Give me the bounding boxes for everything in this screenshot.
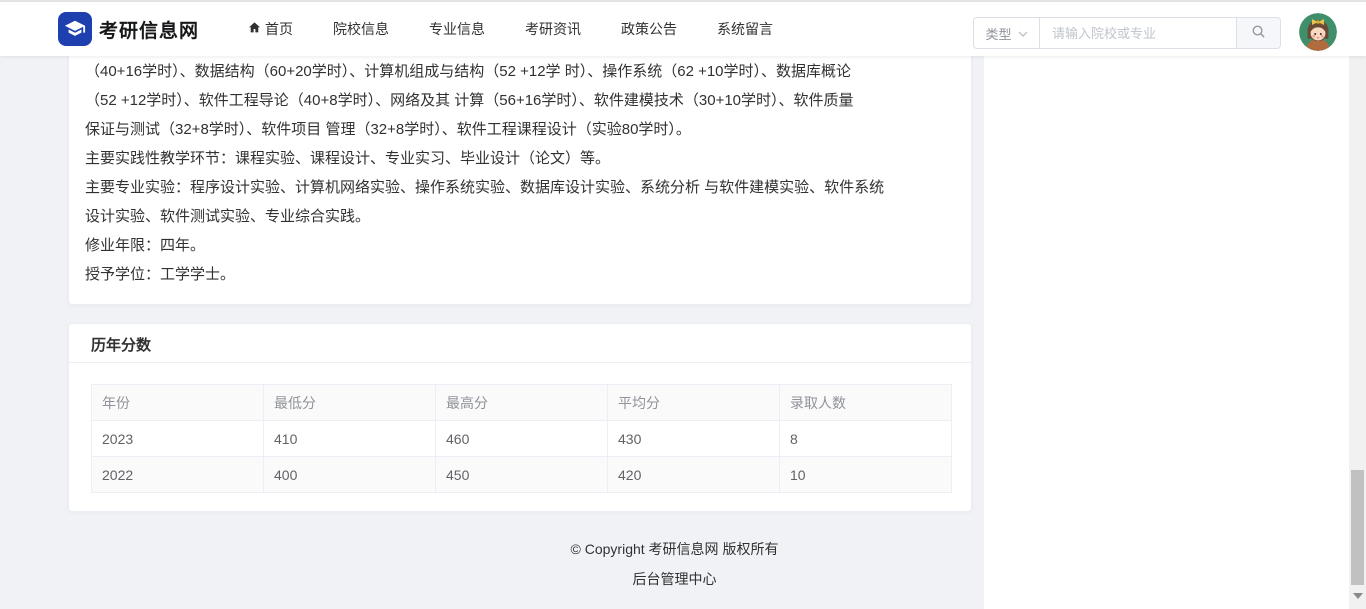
nav-item-home[interactable]: 首页 <box>248 19 293 39</box>
nav-item-label: 系统留言 <box>717 21 773 37</box>
detail-text-line: 主要专业实验：程序设计实验、计算机网络实验、操作系统实验、数据库设计实验、系统分… <box>85 179 885 196</box>
admin-center-link[interactable]: 后台管理中心 <box>0 570 1349 588</box>
table-header-row: 年份 最低分 最高分 平均分 录取人数 <box>91 384 952 421</box>
site-title: 考研信息网 <box>99 20 200 42</box>
cell-min: 400 <box>263 456 436 493</box>
page-footer: © Copyright 考研信息网 版权所有 后台管理中心 <box>0 540 1349 588</box>
vertical-scrollbar[interactable] <box>1349 56 1366 609</box>
cell-year: 2022 <box>91 456 264 493</box>
user-avatar[interactable] <box>1299 13 1337 51</box>
cell-min: 410 <box>263 420 436 457</box>
history-scores-card: 历年分数 年份 最低分 最高分 平均分 录取人数 2023 410 460 43… <box>68 323 972 512</box>
card-title: 历年分数 <box>91 337 152 354</box>
detail-text-line: 修业年限：四年。 <box>85 237 206 254</box>
cell-avg: 430 <box>607 420 780 457</box>
page-body: （40+16学时）、数据结构（60+20学时）、计算机组成与结构（52 +12学… <box>0 55 1349 609</box>
detail-text-line: 主要实践性教学环节：课程实验、课程设计、专业实习、毕业设计（论文）等。 <box>85 150 611 167</box>
major-detail-card: （40+16学时）、数据结构（60+20学时）、计算机组成与结构（52 +12学… <box>68 55 972 305</box>
detail-text-line: 设计实验、软件测试实验、专业综合实践。 <box>85 208 371 225</box>
column-header-avg: 平均分 <box>607 384 780 421</box>
top-navbar: 考研信息网 首页 院校信息 专业信息 考研资讯 政策公告 系统留言 类型 <box>0 2 1366 56</box>
search-button[interactable] <box>1237 17 1281 49</box>
search-bar: 类型 <box>973 17 1281 49</box>
search-type-label: 类型 <box>985 26 1012 42</box>
cell-year: 2023 <box>91 420 264 457</box>
nav-item-messages[interactable]: 系统留言 <box>717 19 773 39</box>
nav-item-majors[interactable]: 专业信息 <box>429 19 485 39</box>
chevron-down-icon <box>1017 26 1028 41</box>
cell-admitted: 8 <box>779 420 952 457</box>
detail-text-line: （40+16学时）、数据结构（60+20学时）、计算机组成与结构（52 +12学… <box>85 63 852 80</box>
nav-item-colleges[interactable]: 院校信息 <box>333 19 389 39</box>
copyright-text: © Copyright 考研信息网 版权所有 <box>570 541 779 557</box>
cell-avg: 420 <box>607 456 780 493</box>
detail-text-line: 授予学位：工学学士。 <box>85 266 236 283</box>
column-header-year: 年份 <box>91 384 264 421</box>
home-icon <box>248 21 261 37</box>
brand[interactable]: 考研信息网 <box>58 2 199 56</box>
card-header: 历年分数 <box>69 324 971 363</box>
table-row: 2022 400 450 420 10 <box>91 456 952 493</box>
search-type-select[interactable]: 类型 <box>973 17 1040 49</box>
nav-item-label: 专业信息 <box>429 21 485 37</box>
table-row: 2023 410 460 430 8 <box>91 420 952 457</box>
cell-admitted: 10 <box>779 456 952 493</box>
column-header-max: 最高分 <box>435 384 608 421</box>
main-nav: 首页 院校信息 专业信息 考研资讯 政策公告 系统留言 <box>248 2 773 56</box>
nav-item-news[interactable]: 考研资讯 <box>525 19 581 39</box>
scrollbar-down-arrow-icon[interactable] <box>1353 593 1363 599</box>
nav-item-label: 院校信息 <box>333 21 389 37</box>
scrollbar-thumb[interactable] <box>1351 470 1364 585</box>
search-icon <box>1251 24 1266 42</box>
scores-table: 年份 最低分 最高分 平均分 录取人数 2023 410 460 430 8 2… <box>91 384 952 493</box>
column-header-min: 最低分 <box>263 384 436 421</box>
search-input[interactable] <box>1040 17 1237 49</box>
nav-item-label: 首页 <box>265 21 293 37</box>
nav-item-label: 考研资讯 <box>525 21 581 37</box>
detail-text-line: （52 +12学时）、软件工程导论（40+8学时）、网络及其 计算（56+16学… <box>85 92 854 109</box>
column-header-admitted: 录取人数 <box>779 384 952 421</box>
graduation-cap-icon <box>58 12 92 46</box>
nav-item-label: 政策公告 <box>621 21 677 37</box>
detail-text-line: 保证与测试（32+8学时）、软件项目 管理（32+8学时）、软件工程课程设计（实… <box>85 121 691 138</box>
nav-item-policy[interactable]: 政策公告 <box>621 19 677 39</box>
cell-max: 460 <box>435 420 608 457</box>
cell-max: 450 <box>435 456 608 493</box>
right-panel <box>984 56 1349 609</box>
